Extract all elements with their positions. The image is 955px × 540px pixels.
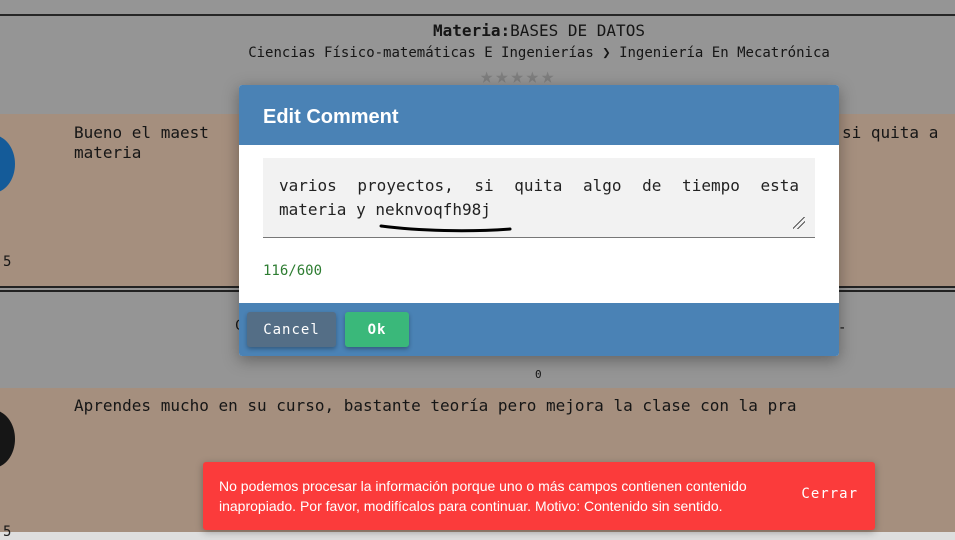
error-message: No podemos procesar la información porqu… xyxy=(219,478,747,514)
character-counter: 116/600 xyxy=(263,263,323,279)
ink-underline-annotation xyxy=(379,224,512,233)
dialog-footer: Cancel Ok xyxy=(239,303,839,356)
comment-textarea[interactable]: varios proyectos, si quita algo de tiemp… xyxy=(263,158,815,238)
resize-handle-icon[interactable] xyxy=(793,217,805,229)
dialog-title: Edit Comment xyxy=(239,85,839,145)
cancel-button[interactable]: Cancel xyxy=(247,312,336,347)
error-toast: No podemos procesar la información porqu… xyxy=(203,462,875,530)
comment-textarea-value[interactable]: varios proyectos, si quita algo de tiemp… xyxy=(279,174,799,222)
edit-comment-dialog: Edit Comment varios proyectos, si quita … xyxy=(239,85,839,356)
close-toast-button[interactable]: Cerrar xyxy=(801,486,858,502)
ok-button[interactable]: Ok xyxy=(345,312,409,347)
